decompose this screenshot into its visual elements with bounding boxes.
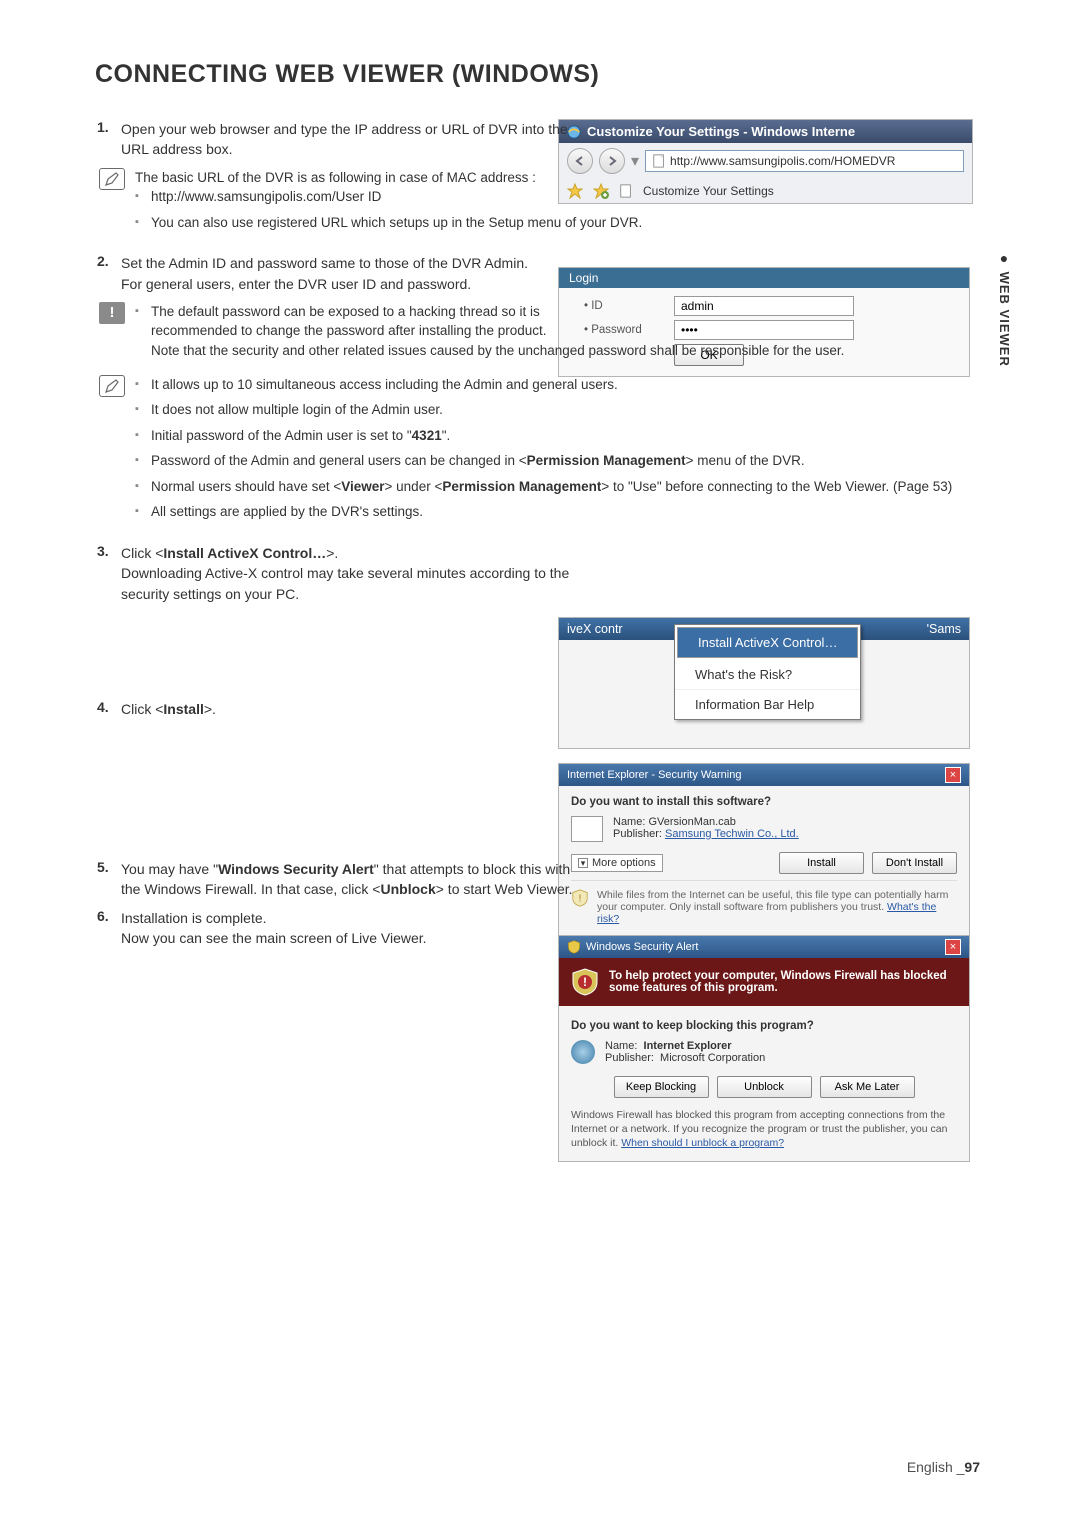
step-text: Set the Admin ID and password same to th… (121, 255, 528, 271)
list-item: Password of the Admin and general users … (135, 451, 985, 471)
step-number: 5. (95, 859, 121, 900)
page-heading: CONNECTING WEB VIEWER (WINDOWS) (95, 60, 985, 89)
list-item: You can also use registered URL which se… (135, 213, 985, 233)
side-tab: ● WEB VIEWER (996, 250, 1012, 367)
publisher-link[interactable]: Samsung Techwin Co., Ltd. (665, 828, 799, 840)
figure-firewall-alert-dialog: Windows Security Alert × ! To help prote… (558, 935, 970, 1162)
step-number: 4. (95, 699, 121, 719)
when-unblock-link[interactable]: When should I unblock a program? (621, 1137, 784, 1149)
list-item: Normal users should have set <Viewer> un… (135, 477, 985, 497)
note-icon (99, 375, 125, 397)
note-intro: The basic URL of the DVR is as following… (135, 168, 985, 188)
step-text: Downloading Active-X control may take se… (121, 565, 569, 601)
unblock-button[interactable]: Unblock (717, 1076, 812, 1098)
step-text: Open your web browser and type the IP ad… (121, 119, 581, 160)
step-number: 6. (95, 908, 121, 949)
close-icon[interactable]: × (945, 767, 961, 783)
svg-text:!: ! (583, 975, 587, 989)
list-item: It does not allow multiple login of the … (135, 400, 985, 420)
step-text: For general users, enter the DVR user ID… (121, 276, 471, 292)
list-item: http://www.samsungipolis.com/User ID (135, 187, 985, 207)
caution-icon: ! (99, 302, 125, 324)
page-footer: English _97 (907, 1459, 980, 1475)
globe-icon (571, 1040, 595, 1064)
fw-dialog-question: Do you want to keep blocking this progra… (571, 1020, 957, 1032)
list-item: All settings are applied by the DVR's se… (135, 502, 985, 522)
list-item: It allows up to 10 simultaneous access i… (135, 375, 985, 395)
sec-dialog-title: Internet Explorer - Security Warning (567, 769, 741, 781)
ask-later-button[interactable]: Ask Me Later (820, 1076, 915, 1098)
menu-whats-risk[interactable]: What's the Risk? (675, 660, 860, 690)
menu-install-activex[interactable]: Install ActiveX Control… (677, 627, 858, 658)
software-thumb-icon (571, 816, 603, 842)
list-item: Initial password of the Admin user is se… (135, 426, 985, 446)
keep-blocking-button[interactable]: Keep Blocking (614, 1076, 709, 1098)
step-number: 3. (95, 543, 121, 604)
step-number: 2. (95, 253, 121, 294)
sec-dialog-question: Do you want to install this software? (571, 796, 957, 808)
list-item: The default password can be exposed to a… (135, 302, 985, 361)
note-icon (99, 168, 125, 190)
figure-activex-menu: iveX contr'Sams Install ActiveX Control…… (558, 617, 970, 749)
shield-alert-icon: ! (571, 968, 599, 996)
step-number: 1. (95, 119, 121, 160)
